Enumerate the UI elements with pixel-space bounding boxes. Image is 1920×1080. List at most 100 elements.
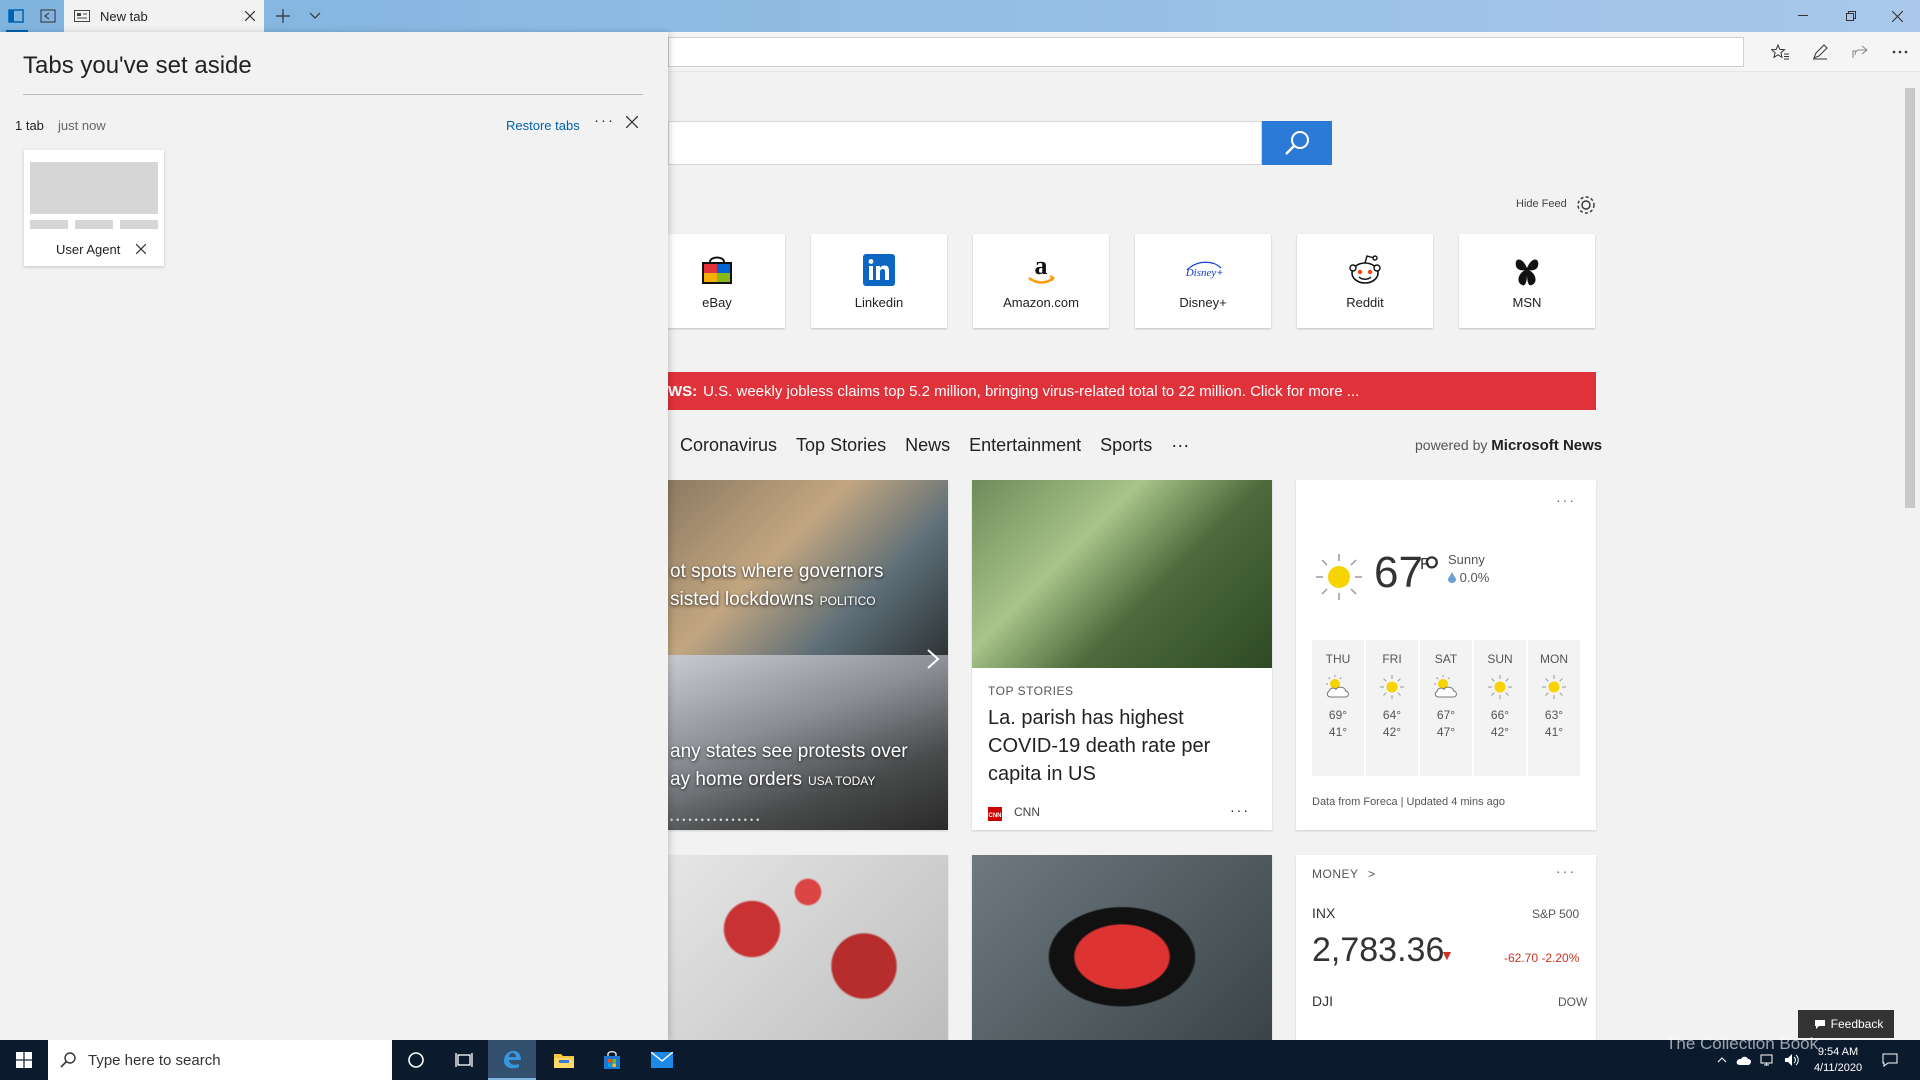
forecast-day[interactable]: SUN 66° 42°	[1474, 640, 1526, 776]
tab-close-icon[interactable]	[236, 0, 264, 32]
aside-more-button[interactable]: ···	[594, 112, 615, 129]
aside-tab-thumbnail[interactable]: User Agent	[24, 150, 164, 266]
reddit-icon	[1348, 254, 1382, 286]
windows-taskbar: Type here to search 9:54 AM 4/11/2020	[0, 1040, 1920, 1080]
settings-more-button[interactable]	[1886, 40, 1914, 64]
action-center-button[interactable]	[1878, 1040, 1902, 1080]
minimize-button[interactable]	[1780, 0, 1826, 32]
top-site-disney-plus[interactable]: Disney + Disney+	[1135, 234, 1271, 328]
address-bar[interactable]	[668, 37, 1744, 67]
story-headline-line: ot spots where governors	[670, 561, 884, 582]
stock-index-name: DOW	[1558, 995, 1588, 1009]
restore-window-button[interactable]	[1828, 0, 1874, 32]
start-button[interactable]	[0, 1040, 48, 1080]
close-icon[interactable]	[136, 244, 146, 254]
web-notes-button[interactable]	[1806, 40, 1834, 64]
forecast-day[interactable]: MON 63° 41°	[1528, 640, 1580, 776]
weather-card[interactable]: ··· 67° F Sunny 0.0% THU 69° 41° FRI 64° 42° S…	[1296, 480, 1596, 830]
set-aside-icon	[40, 9, 56, 23]
forecast-high: 67°	[1436, 708, 1456, 722]
card-more-button[interactable]: ···	[1230, 802, 1250, 818]
taskbar-edge-app[interactable]	[488, 1040, 536, 1080]
breaking-news-banner[interactable]: WS: U.S. weekly jobless claims top 5.2 m…	[668, 372, 1596, 410]
nav-news[interactable]: News	[905, 435, 950, 456]
news-card[interactable]: TOP STORIES La. parish has highest COVID…	[972, 480, 1272, 830]
forecast-high: 66°	[1490, 708, 1510, 722]
msn-butterfly-icon	[1512, 254, 1542, 288]
edge-icon	[501, 1048, 523, 1070]
top-site-reddit[interactable]: Reddit	[1297, 234, 1433, 328]
search-button[interactable]	[1262, 121, 1332, 165]
top-site-linkedin[interactable]: Linkedin	[811, 234, 947, 328]
taskbar-store[interactable]	[588, 1040, 636, 1080]
web-search-input[interactable]	[668, 121, 1262, 165]
tabs-aside-button[interactable]	[0, 0, 32, 32]
cortana-button[interactable]	[392, 1040, 440, 1080]
card-more-button[interactable]: ···	[1556, 863, 1576, 879]
chevron-right-icon[interactable]: >	[1368, 867, 1375, 881]
news-image-card[interactable]	[972, 855, 1272, 1040]
tab-preview-placeholder	[30, 220, 68, 229]
tab-preview-placeholder	[120, 220, 158, 229]
disney-plus-icon: Disney +	[1183, 254, 1223, 284]
sun-icon	[1541, 674, 1567, 700]
feedback-icon	[1814, 1019, 1825, 1029]
share-button[interactable]	[1846, 40, 1874, 64]
money-card[interactable]: MONEY > ··· INX S&P 500 2,783.36 ▼ -62.7…	[1296, 855, 1596, 1040]
cloud-icon	[1736, 1055, 1752, 1065]
nav-more[interactable]: ···	[1171, 435, 1189, 456]
ebay-icon	[700, 254, 734, 286]
svg-text:+: +	[1217, 268, 1223, 279]
top-site-msn[interactable]: MSN	[1459, 234, 1595, 328]
taskbar-search-input[interactable]: Type here to search	[48, 1040, 392, 1080]
card-more-button[interactable]: ···	[1556, 492, 1576, 508]
windows-logo-icon	[16, 1052, 32, 1068]
top-site-ebay[interactable]: eBay	[649, 234, 785, 328]
carousel-dots[interactable]: •••••••••••••••	[670, 815, 762, 825]
news-carousel[interactable]: ot spots where governors sisted lockdown…	[668, 480, 948, 830]
breaking-news-prefix: WS:	[668, 382, 698, 400]
forecast-day[interactable]: THU 69° 41°	[1312, 640, 1364, 776]
top-site-amazon[interactable]: a Amazon.com	[973, 234, 1109, 328]
taskbar-file-explorer[interactable]	[540, 1040, 588, 1080]
nav-sports[interactable]: Sports	[1100, 435, 1152, 456]
temperature-unit[interactable]: F	[1420, 556, 1430, 574]
story-caption[interactable]: ot spots where governors sisted lockdown…	[670, 558, 883, 615]
speaker-icon	[1784, 1053, 1800, 1067]
page-scrollbar[interactable]	[1900, 72, 1920, 1040]
divider	[23, 94, 643, 95]
tab-previews-button[interactable]	[300, 0, 330, 32]
set-tabs-aside-button[interactable]	[32, 0, 64, 32]
close-icon[interactable]	[626, 116, 638, 128]
task-view-button[interactable]	[440, 1040, 488, 1080]
new-tab-button[interactable]	[268, 0, 298, 32]
tabs-aside-icon	[8, 9, 24, 23]
stock-value: 2,783.36	[1312, 931, 1445, 969]
hide-feed-link[interactable]: Hide Feed	[1516, 198, 1567, 210]
close-window-button[interactable]	[1874, 0, 1920, 32]
forecast-day[interactable]: SAT 67° 47°	[1420, 640, 1472, 776]
tab-new-tab[interactable]: New tab	[64, 0, 264, 32]
sun-icon	[1487, 674, 1513, 700]
scrollbar-thumb[interactable]	[1905, 88, 1915, 508]
nav-top-stories[interactable]: Top Stories	[796, 435, 886, 456]
story-caption[interactable]: any states see protests over ay home ord…	[670, 738, 908, 795]
forecast-day-name: SUN	[1487, 652, 1513, 666]
restore-tabs-link[interactable]: Restore tabs	[506, 118, 580, 133]
money-label[interactable]: MONEY	[1312, 867, 1359, 881]
taskbar-mail[interactable]	[638, 1040, 686, 1080]
precipitation: 0.0%	[1448, 570, 1489, 585]
pen-icon	[1812, 44, 1828, 60]
nav-entertainment[interactable]: Entertainment	[969, 435, 1081, 456]
cnn-logo-icon: CNN	[988, 807, 1002, 821]
nav-coronavirus[interactable]: Coronavirus	[680, 435, 777, 456]
gear-icon[interactable]	[1575, 194, 1597, 216]
restore-window-icon	[1846, 11, 1856, 21]
forecast-day[interactable]: FRI 64° 42°	[1366, 640, 1418, 776]
carousel-next-icon[interactable]	[926, 648, 940, 670]
favorites-button[interactable]	[1766, 40, 1794, 64]
news-image-card[interactable]	[668, 855, 948, 1040]
forecast-day-name: SAT	[1434, 652, 1458, 666]
chevron-up-icon	[1717, 1057, 1727, 1063]
story-headline[interactable]: La. parish has highest COVID-19 death ra…	[988, 704, 1258, 788]
